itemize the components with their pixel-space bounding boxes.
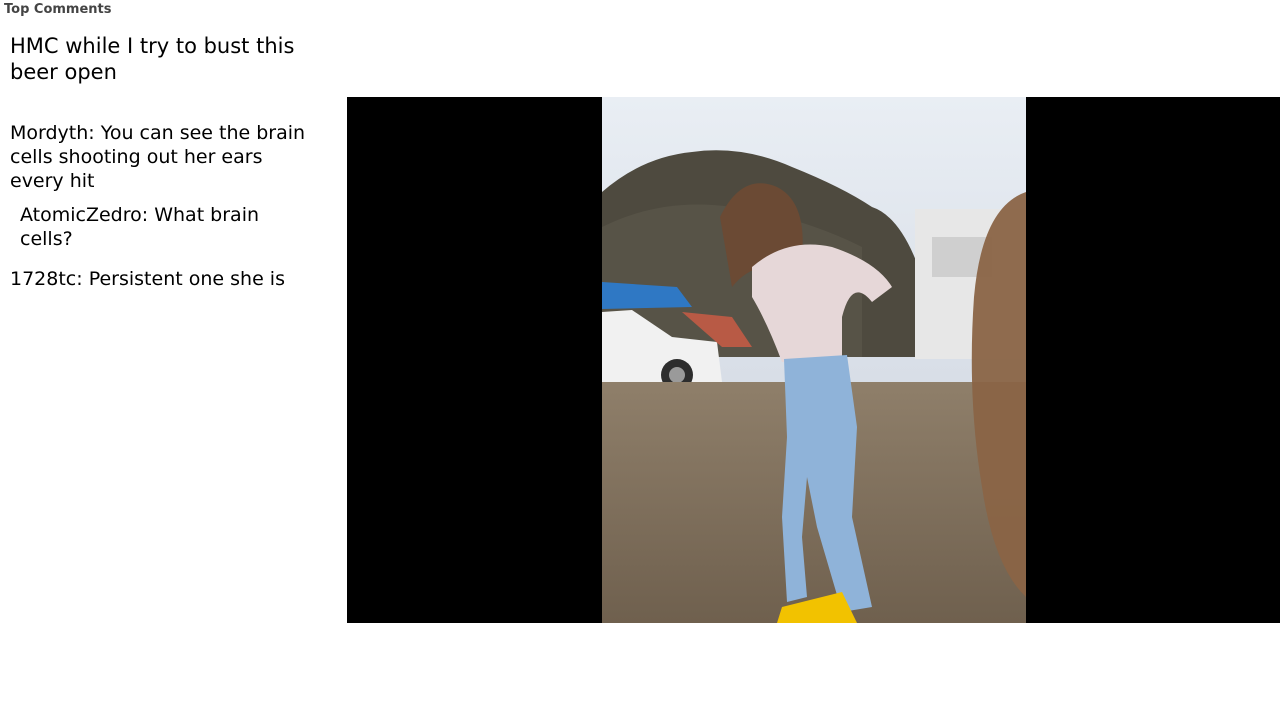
comment-author: 1728tc bbox=[10, 268, 77, 290]
comment: Mordyth: You can see the brain cells sho… bbox=[10, 122, 306, 192]
comment: 1728tc: Persistent one she is bbox=[10, 268, 285, 290]
post-title: HMC while I try to bust this beer open bbox=[10, 34, 295, 84]
video-frame bbox=[602, 97, 1026, 623]
comment-text: Persistent one she is bbox=[88, 268, 285, 290]
comment-author: AtomicZedro bbox=[20, 204, 142, 226]
comment-reply: AtomicZedro: What brain cells? bbox=[20, 204, 260, 250]
page: Top Comments HMC while I try to bust thi… bbox=[0, 0, 1280, 720]
top-comments-label: Top Comments bbox=[4, 2, 112, 17]
video-player[interactable] bbox=[347, 97, 1280, 623]
comment-author: Mordyth bbox=[10, 122, 89, 144]
video-scene-image bbox=[602, 97, 1026, 623]
